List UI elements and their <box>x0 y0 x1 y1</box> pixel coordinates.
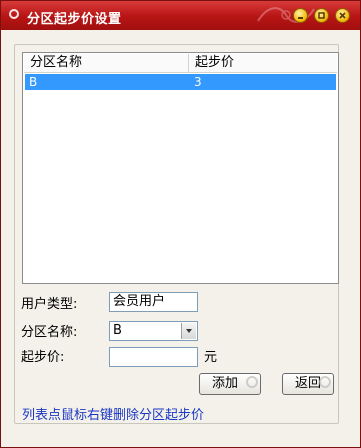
list-header: 分区名称 起步价 <box>24 54 337 73</box>
unit-label: 元 <box>204 350 218 365</box>
row-start-price: 3 <box>194 75 202 89</box>
row-zone-name: B <box>29 75 38 89</box>
column-header-zone-name[interactable]: 分区名称 <box>24 54 189 72</box>
client-area: 分区名称 起步价 B 3 用户类型: 会员用户 分区名称: B 起步价: 元 添… <box>3 30 358 445</box>
column-header-start-price[interactable]: 起步价 <box>189 54 337 72</box>
window-title: 分区起步价设置 <box>27 12 122 27</box>
app-icon <box>9 9 19 19</box>
hint-text: 列表点鼠标右键删除分区起步价 <box>22 408 205 423</box>
zone-name-select-value: B <box>113 323 122 338</box>
zone-name-select[interactable]: B <box>109 321 198 341</box>
zone-price-list[interactable]: 分区名称 起步价 B 3 <box>22 52 339 284</box>
chevron-down-icon[interactable] <box>181 323 196 339</box>
list-row[interactable]: B 3 <box>25 74 336 90</box>
add-button[interactable]: 添加 <box>199 373 261 395</box>
swirl-icon <box>319 376 331 388</box>
start-price-input[interactable] <box>109 347 198 367</box>
start-price-label: 起步价: <box>21 350 65 365</box>
dialog-window: 分区起步价设置 分区名称 起步价 B 3 用户类型: 会员用户 分区名称: B … <box>0 0 361 448</box>
user-type-label: 用户类型: <box>21 297 78 312</box>
maximize-icon[interactable] <box>314 8 329 23</box>
add-button-label: 添加 <box>212 376 239 391</box>
close-icon[interactable] <box>335 8 350 23</box>
minimize-icon[interactable] <box>293 8 308 23</box>
user-type-field[interactable]: 会员用户 <box>109 292 198 312</box>
swirl-icon <box>246 376 258 388</box>
back-button-label: 返回 <box>295 376 322 391</box>
zone-name-label: 分区名称: <box>21 325 78 340</box>
title-bar[interactable]: 分区起步价设置 <box>1 1 360 30</box>
back-button[interactable]: 返回 <box>282 373 334 395</box>
